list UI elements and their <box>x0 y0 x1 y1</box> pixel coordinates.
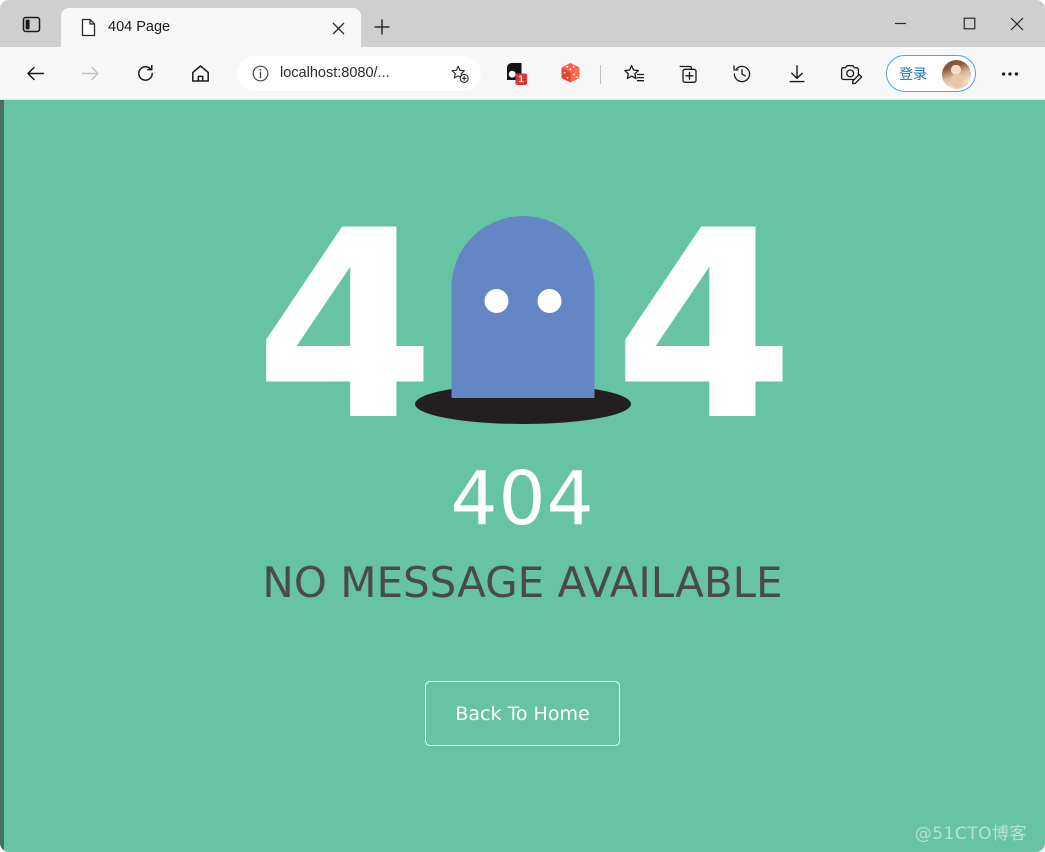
extension-badge-count: 1 <box>519 74 525 85</box>
refresh-button[interactable] <box>129 57 162 90</box>
plus-icon <box>374 19 390 35</box>
error-illustration: 4 4 <box>255 197 795 457</box>
maximize-icon <box>963 17 975 30</box>
download-icon <box>789 64 804 82</box>
more-horizontal-icon <box>1001 71 1018 76</box>
window-minimize-button[interactable] <box>877 0 923 47</box>
error-message: NO MESSAGE AVAILABLE <box>262 558 783 607</box>
illustration-digit-right: 4 <box>613 176 795 478</box>
tab-close-button[interactable] <box>327 17 349 39</box>
toolbar-separator <box>600 65 601 84</box>
profile-login-button[interactable]: 登录 <box>886 55 976 92</box>
collections-icon <box>679 65 697 83</box>
back-button[interactable] <box>19 57 52 90</box>
favorite-star-icon[interactable] <box>449 64 469 84</box>
arrow-left-icon <box>27 66 45 81</box>
site-information-icon[interactable] <box>252 65 269 82</box>
tab-actions-icon <box>22 16 40 32</box>
history-icon <box>732 64 750 82</box>
browser-window: 404 Page localhost:8080/... 1 登录 4 4 404… <box>0 0 1045 852</box>
extension-icon-1: 1 <box>507 63 527 85</box>
close-icon <box>1010 17 1024 30</box>
tab-404-page[interactable]: 404 Page <box>61 8 361 47</box>
favorites-icon <box>623 64 644 81</box>
minimize-icon <box>894 22 906 25</box>
tab-actions-button[interactable] <box>12 8 50 40</box>
tab-strip: 404 Page <box>0 0 1045 47</box>
home-icon <box>192 65 209 82</box>
favorites-button[interactable] <box>617 57 650 90</box>
dice-extension-button[interactable] <box>554 57 587 90</box>
close-icon <box>332 22 344 34</box>
profile-login-label: 登录 <box>899 66 927 82</box>
collections-button[interactable] <box>671 57 704 90</box>
new-tab-button[interactable] <box>368 13 396 41</box>
downloads-button[interactable] <box>780 57 813 90</box>
window-maximize-button[interactable] <box>946 0 992 47</box>
forward-button <box>74 57 107 90</box>
illustration-digit-left: 4 <box>254 176 436 478</box>
back-to-home-button[interactable]: Back To Home <box>425 681 620 746</box>
ghost-icon <box>451 216 594 409</box>
ghost-body <box>451 216 594 398</box>
dice-extension-icon <box>561 63 580 83</box>
watermark: @51CTO博客 <box>914 824 1027 844</box>
address-bar-url[interactable]: localhost:8080/... <box>280 56 390 91</box>
screenshot-button[interactable] <box>834 57 867 90</box>
page-icon <box>81 18 96 37</box>
error-page-content: 4 4 404 NO MESSAGE AVAILABLE Back To Hom… <box>0 100 1045 852</box>
arrow-right-icon <box>81 66 99 81</box>
page-viewport: 4 4 404 NO MESSAGE AVAILABLE Back To Hom… <box>0 100 1045 852</box>
error-code: 404 <box>450 456 595 542</box>
screenshot-edit-icon <box>840 65 862 85</box>
tab-title: 404 Page <box>108 19 171 35</box>
window-close-button[interactable] <box>994 0 1040 47</box>
settings-and-more-button[interactable] <box>993 57 1026 90</box>
history-button[interactable] <box>725 57 758 90</box>
home-button[interactable] <box>184 57 217 90</box>
avatar[interactable] <box>942 60 971 89</box>
refresh-icon <box>138 64 153 81</box>
ghost-eye-right <box>537 289 561 313</box>
ghost-illustration <box>408 214 638 434</box>
extension-icon-1-button[interactable]: 1 <box>500 57 533 90</box>
browser-toolbar: localhost:8080/... 1 登录 <box>0 47 1045 100</box>
ghost-eye-left <box>484 289 508 313</box>
address-bar[interactable]: localhost:8080/... <box>237 56 481 91</box>
